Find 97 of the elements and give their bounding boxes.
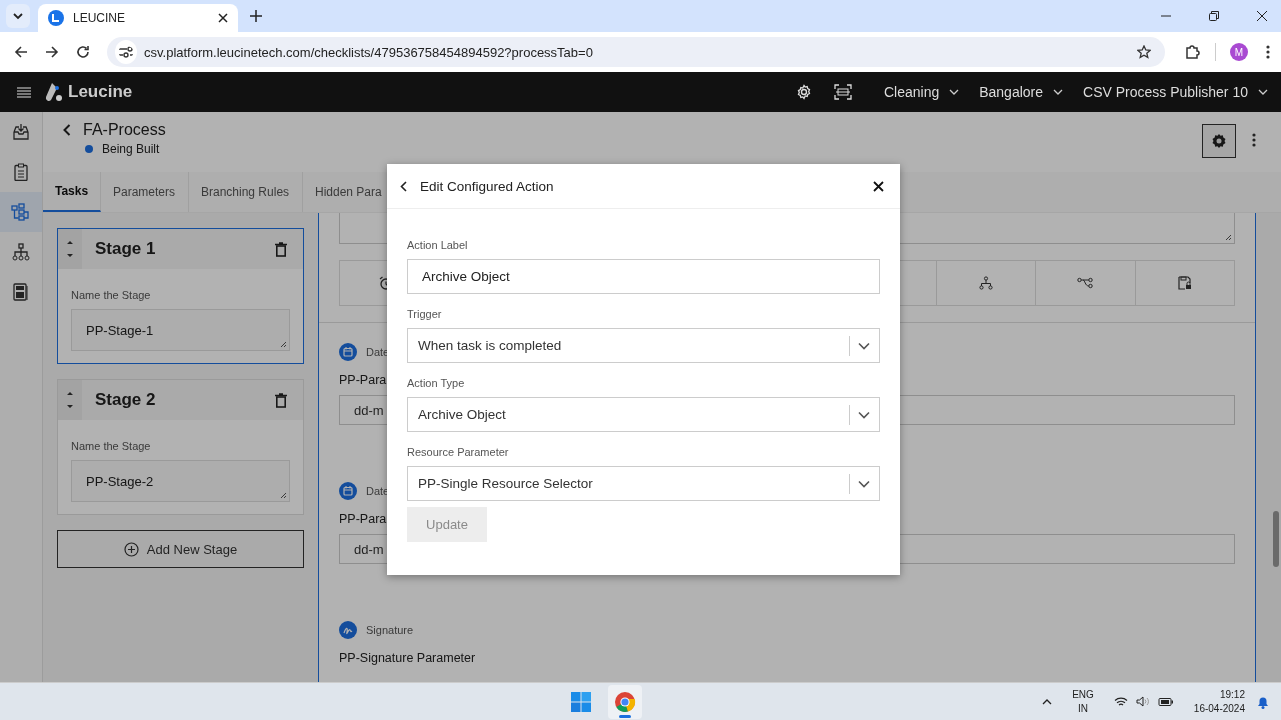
back-icon[interactable] [63, 124, 71, 136]
stage-title: Stage 2 [95, 390, 156, 410]
scan-icon[interactable] [833, 84, 852, 100]
new-tab-icon[interactable] [250, 10, 262, 22]
add-stage-button[interactable]: Add New Stage [57, 530, 304, 568]
field-label: Name the Stage [71, 289, 152, 301]
stage-card[interactable]: Stage 1 Name the Stage PP-Stage-1 [57, 228, 304, 364]
tab-title: LEUCINE [73, 11, 126, 25]
text-field[interactable]: Archive Object [407, 259, 880, 294]
stage-name-field[interactable]: PP-Stage-2 [71, 460, 290, 502]
bookmark-star-icon[interactable] [1137, 45, 1151, 59]
process-title: FA-Process [83, 121, 166, 139]
menu-icon[interactable] [1266, 45, 1270, 59]
field-label: Action Label [407, 239, 469, 251]
wifi-icon[interactable] [1113, 696, 1128, 707]
field-label: Action Type [407, 377, 466, 389]
resize-handle-icon[interactable] [1225, 234, 1232, 241]
site-settings-icon[interactable] [115, 40, 137, 64]
process-flow-icon [11, 203, 31, 221]
field-label: Name the Stage [71, 440, 152, 452]
speaker-icon[interactable] [1135, 696, 1150, 707]
scrollbar-thumb[interactable] [1273, 511, 1279, 567]
header-dropdown[interactable]: Cleaning [883, 84, 960, 100]
region-indicator[interactable]: IN [1078, 701, 1088, 716]
resize-handle-icon[interactable] [280, 492, 287, 499]
chevron-down-icon [858, 341, 870, 350]
back-icon[interactable] [14, 45, 28, 59]
brand-name: Leucine [68, 82, 133, 102]
reload-icon[interactable] [76, 45, 90, 59]
chrome-icon [614, 690, 637, 713]
windows-start-icon[interactable] [571, 691, 592, 712]
settings-icon [1211, 133, 1227, 149]
reorder-arrows-icon[interactable] [66, 390, 74, 410]
tab[interactable]: Branching Rules [189, 172, 303, 212]
browser-tab[interactable]: LEUCINE [38, 4, 238, 32]
parameter-name: PP-Signature Parameter [339, 651, 476, 665]
chevron-down-icon [858, 479, 870, 488]
process-status: Being Built [102, 142, 160, 156]
parameter-name: PP-Para [339, 373, 387, 387]
status-dot-icon [85, 145, 93, 153]
inbox-icon [12, 123, 30, 141]
extensions-icon[interactable] [1185, 44, 1201, 60]
calendar-icon [339, 343, 357, 361]
field-label: Resource Parameter [407, 446, 510, 458]
clock-date[interactable]: 16-04-2024 [1193, 701, 1245, 716]
app-logo-icon [48, 10, 64, 26]
chevron-down-icon [949, 89, 960, 95]
clock-time[interactable]: 19:12 [1219, 687, 1245, 702]
leucine-logo-icon [45, 82, 63, 102]
chevron-down-icon [1053, 89, 1064, 95]
close-icon[interactable] [1257, 11, 1267, 21]
chevron-up-icon[interactable] [1042, 698, 1053, 705]
more-icon[interactable] [1252, 133, 1256, 147]
stage-card[interactable]: Stage 2 Name the Stage PP-Stage-2 [57, 379, 304, 515]
parameter-name: PP-Para [339, 512, 387, 526]
select-field[interactable]: When task is completed [407, 328, 880, 363]
stage-title: Stage 1 [95, 239, 156, 259]
delete-icon[interactable] [275, 241, 287, 257]
close-icon[interactable] [873, 180, 884, 192]
chevron-down-icon [12, 10, 24, 22]
tab-list-button[interactable] [6, 4, 30, 28]
select-field[interactable]: PP-Single Resource Selector [407, 466, 880, 501]
field-label: Trigger [407, 308, 443, 320]
reorder-arrows-icon[interactable] [66, 239, 74, 259]
forward-icon[interactable] [45, 45, 59, 59]
calendar-icon [339, 482, 357, 500]
hierarchy-icon [12, 243, 30, 261]
clipboard-icon [12, 163, 30, 181]
header-dropdown[interactable]: CSV Process Publisher 10 [1083, 84, 1268, 100]
flow-icon[interactable] [1077, 277, 1094, 289]
settings-icon[interactable] [795, 84, 812, 100]
taskbar-app-button[interactable] [608, 684, 643, 719]
plus-circle-icon [123, 541, 139, 557]
profile-avatar[interactable]: M [1230, 43, 1248, 61]
header-dropdown[interactable]: Bangalore [979, 84, 1064, 100]
settings-button[interactable] [1202, 124, 1236, 158]
chevron-down-icon [858, 410, 870, 419]
report-icon [13, 283, 29, 301]
address-bar[interactable]: csv.platform.leucinetech.com/checklists/479536758454894592?processTab=0 [107, 37, 1165, 67]
back-icon[interactable] [400, 180, 407, 192]
chevron-down-icon [1258, 89, 1268, 95]
url-text: csv.platform.leucinetech.com/checklists/479536758454894592?processTab=0 [144, 44, 593, 60]
restore-icon[interactable] [1209, 11, 1219, 21]
language-indicator[interactable]: ENG [1072, 687, 1094, 702]
branch-icon[interactable] [978, 276, 993, 290]
signature-icon [339, 621, 357, 639]
locked-save-icon[interactable] [1177, 276, 1192, 290]
tab[interactable]: Hidden Para [303, 172, 382, 212]
close-icon[interactable] [218, 13, 228, 23]
battery-icon[interactable] [1157, 696, 1174, 707]
select-field[interactable]: Archive Object [407, 397, 880, 432]
dialog-title: Edit Configured Action [420, 178, 554, 194]
tab[interactable]: Parameters [101, 172, 189, 212]
delete-icon[interactable] [275, 392, 287, 408]
parameter-type: Signature [366, 624, 414, 636]
stage-name-field[interactable]: PP-Stage-1 [71, 309, 290, 351]
resize-handle-icon[interactable] [280, 341, 287, 348]
